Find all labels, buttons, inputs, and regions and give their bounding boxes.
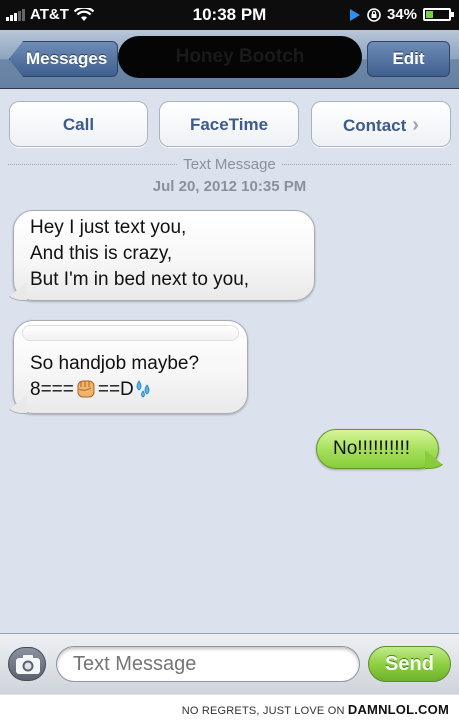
incoming-message-bubble[interactable]: Hey I just text you, And this is crazy, … [13, 210, 315, 301]
facetime-button[interactable]: FaceTime [159, 101, 299, 147]
message-type-divider: Text Message [8, 156, 451, 173]
incoming-message-bubble[interactable]: So handjob maybe? 8=== ==D [13, 320, 248, 414]
bubble-gloss [22, 325, 239, 341]
chevron-right-icon: › [412, 114, 419, 136]
footer-brand: DAMNLOL.COM [347, 702, 449, 717]
battery-percent: 34% [386, 6, 417, 23]
camera-icon [16, 655, 40, 674]
edit-button[interactable]: Edit [367, 41, 450, 77]
contact-name-redacted: Honey Bootch [118, 36, 362, 78]
camera-button[interactable] [8, 647, 46, 681]
message-line: Hey I just text you, [30, 217, 187, 238]
composer-bar: Send [0, 633, 459, 694]
status-right: 34% [349, 6, 454, 23]
status-bar: AT&T 10:38 PM 34% [0, 0, 459, 30]
message-fragment: 8=== [30, 379, 74, 400]
lock-rotation-icon [367, 7, 381, 22]
battery-icon [423, 8, 454, 21]
message-line: No!!!!!!!!!! [333, 438, 411, 459]
nav-bar: Messages Honey Bootch Edit [0, 30, 459, 89]
message-line: But I'm in bed next to you, [30, 269, 250, 290]
fist-icon [77, 380, 95, 398]
call-button[interactable]: Call [9, 101, 148, 147]
messages-back-button[interactable]: Messages [9, 41, 118, 77]
message-line: And this is crazy, [30, 243, 173, 264]
message-fragment: ==D [97, 379, 134, 400]
message-text-input[interactable] [56, 646, 360, 682]
contact-button-label: Contact [343, 116, 407, 135]
sweat-drops-icon [136, 380, 150, 398]
location-icon [349, 8, 360, 21]
message-line: 8=== ==D [30, 377, 235, 403]
footer-text: NO REGRETS, JUST LOVE ON [181, 705, 345, 717]
watermark-footer: NO REGRETS, JUST LOVE ON DAMNLOL.COM [0, 694, 459, 725]
message-timestamp: Jul 20, 2012 10:35 PM [152, 178, 307, 195]
contact-button[interactable]: Contact › [311, 101, 451, 147]
send-button[interactable]: Send [368, 646, 451, 682]
outgoing-message-bubble[interactable]: No!!!!!!!!!! [316, 429, 439, 469]
divider-label: Text Message [177, 156, 282, 173]
message-line: So handjob maybe? [30, 353, 200, 374]
redacted-title-text: Honey Bootch [175, 46, 305, 67]
